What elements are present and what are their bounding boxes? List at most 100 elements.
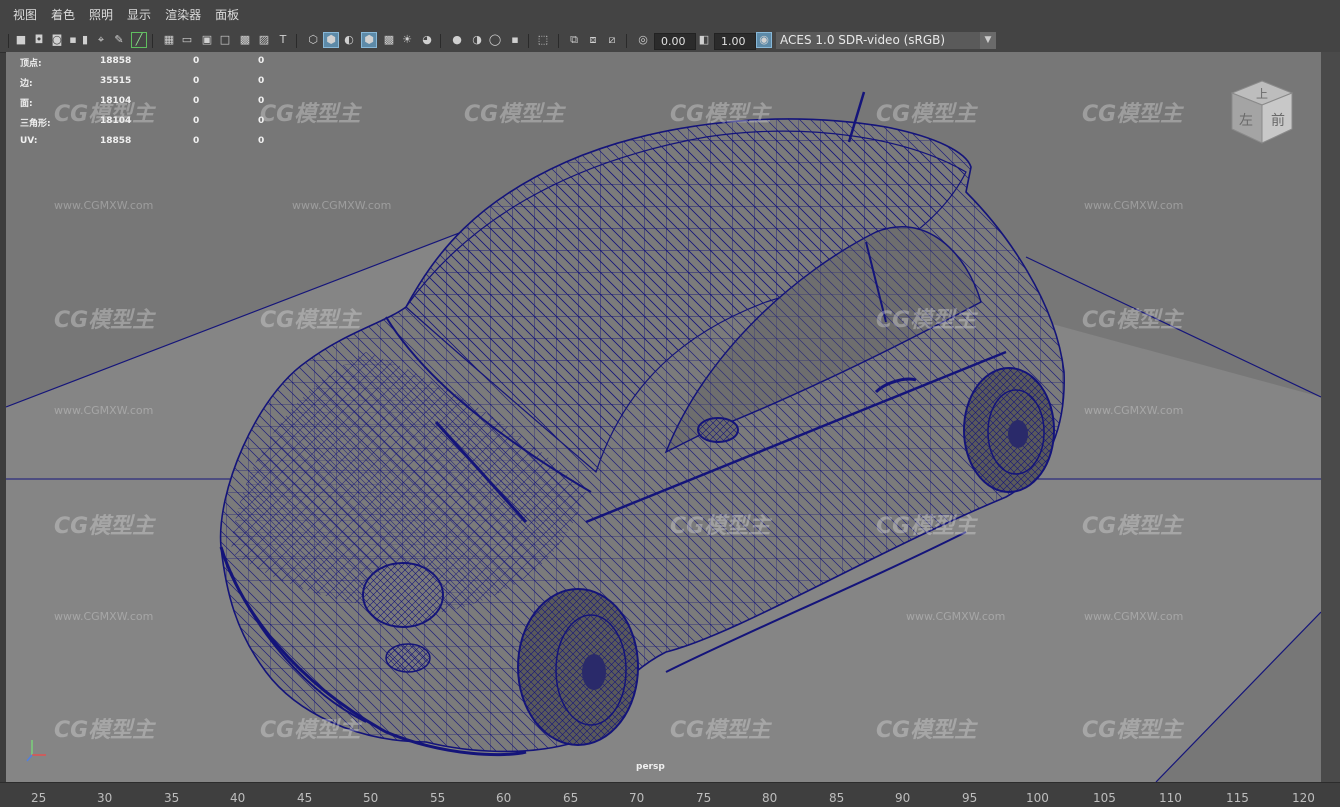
watermark-logo: CG模型主 xyxy=(876,718,977,743)
watermark-logo: CG模型主 xyxy=(54,308,155,333)
exposure-icon[interactable]: ◎ xyxy=(636,33,650,47)
select-camera-icon[interactable]: ■ xyxy=(14,33,28,47)
toolbar-separator xyxy=(152,34,153,48)
2d-pan-zoom-icon[interactable]: ⌖ xyxy=(94,33,108,47)
gate-mask-icon[interactable]: □ xyxy=(218,33,232,47)
grid-icon[interactable]: ▦ xyxy=(162,33,176,47)
viewcube-front-label[interactable]: 前 xyxy=(1271,112,1285,129)
hud-total: 35515 xyxy=(100,76,132,86)
viewcube-top-label[interactable]: 上 xyxy=(1256,87,1268,101)
gamma-field[interactable]: 1.00 xyxy=(714,33,756,50)
hud-label: 面: xyxy=(20,99,33,109)
watermark-url: www.CGMXW.com xyxy=(292,199,392,212)
hud-selected: 0 xyxy=(193,56,200,66)
gamma-icon[interactable]: ◧ xyxy=(697,33,711,47)
watermark-logo: CG模型主 xyxy=(260,308,361,333)
hud-total: 18858 xyxy=(100,136,132,146)
exposure-field[interactable]: 0.00 xyxy=(654,33,696,50)
menu-renderer[interactable]: 渲染器 xyxy=(158,0,208,30)
watermark-logo: CG模型主 xyxy=(260,102,361,127)
hud-selected: 0 xyxy=(193,96,200,106)
screen-space-ao-icon[interactable]: ● xyxy=(450,33,464,47)
safe-title-icon[interactable]: T xyxy=(276,33,290,47)
default-material-icon[interactable]: ◐ xyxy=(342,33,356,47)
timeline-tick-label: 90 xyxy=(895,791,911,805)
toolbar-separator xyxy=(440,34,441,48)
field-chart-icon[interactable]: ▩ xyxy=(238,33,252,47)
bookmark-icon[interactable]: ◙ xyxy=(50,33,64,47)
menu-show[interactable]: 显示 xyxy=(120,0,158,30)
use-all-lights-icon[interactable]: ☀ xyxy=(400,33,414,47)
camera-name-label: persp xyxy=(636,762,665,772)
timeline-tick-label: 25 xyxy=(31,791,47,805)
hud-third: 0 xyxy=(258,56,265,66)
panel-toolbar: ■ ◘ ◙ ▪ ▮ ⌖ ✎ ╱ ▦ ▭ ▣ □ ▩ ▨ T ⬡ ⬢ ◐ ⬢ ▩ … xyxy=(0,30,1340,53)
toolbar-separator xyxy=(296,34,297,48)
timeline-tick-label: 65 xyxy=(563,791,579,805)
xray-joints-icon[interactable]: ⧈ xyxy=(586,33,600,47)
textured-icon[interactable]: ▩ xyxy=(382,33,396,47)
multisample-aa-icon[interactable]: ◯ xyxy=(488,33,502,47)
watermark-logo: CG模型主 xyxy=(1082,102,1183,127)
timeline-tick-label: 50 xyxy=(363,791,379,805)
right-panel-strip xyxy=(1321,52,1340,782)
car-wireframe-scene xyxy=(6,91,1321,782)
timeline-tick-label: 100 xyxy=(1026,791,1049,805)
menu-lighting[interactable]: 照明 xyxy=(82,0,120,30)
hud-label: 三角形: xyxy=(20,119,51,129)
toolbar-separator xyxy=(626,34,627,48)
hud-label: 顶点: xyxy=(20,59,42,69)
wireframe-on-shaded-icon[interactable]: ⬢ xyxy=(361,32,377,48)
watermark-logo: CG模型主 xyxy=(876,514,977,539)
viewcube-left-label[interactable]: 左 xyxy=(1239,113,1253,129)
wireframe-icon[interactable]: ⬡ xyxy=(306,33,320,47)
view-transform-toggle-icon[interactable]: ◉ xyxy=(756,32,772,48)
watermark-logo: CG模型主 xyxy=(464,102,565,127)
timeline-tick-label: 30 xyxy=(97,791,113,805)
timeline-tick-label: 105 xyxy=(1093,791,1116,805)
watermark-logo: CG模型主 xyxy=(1082,718,1183,743)
watermark-url: www.CGMXW.com xyxy=(1084,404,1184,417)
grease-pencil-icon[interactable]: ✎ xyxy=(112,33,126,47)
draw-tool-icon[interactable]: ╱ xyxy=(131,32,147,48)
watermark-logo: CG模型主 xyxy=(54,514,155,539)
timeline-tick-label: 115 xyxy=(1226,791,1249,805)
watermark-logo: CG模型主 xyxy=(54,718,155,743)
shadows-icon[interactable]: ◕ xyxy=(420,33,434,47)
watermark-url: www.CGMXW.com xyxy=(1084,199,1184,212)
color-management-label: ACES 1.0 SDR-video (sRGB) xyxy=(780,33,946,47)
persp-viewport[interactable]: 顶点: 18858 0 0 边: 35515 0 0 面: 18104 0 0 … xyxy=(6,52,1321,782)
isolate-select-icon[interactable]: ⬚ xyxy=(536,33,550,47)
watermark-url: www.CGMXW.com xyxy=(906,610,1006,623)
resolution-gate-icon[interactable]: ▣ xyxy=(200,33,214,47)
film-gate-icon[interactable]: ▭ xyxy=(180,33,194,47)
watermark-logo: CG模型主 xyxy=(670,514,771,539)
menu-shading[interactable]: 着色 xyxy=(44,0,82,30)
color-management-dropdown[interactable]: ACES 1.0 SDR-video (sRGB) ▼ xyxy=(776,32,996,49)
watermark-logo: CG模型主 xyxy=(260,718,361,743)
watermark-logo: CG模型主 xyxy=(876,308,977,333)
menu-view[interactable]: 视图 xyxy=(6,0,44,30)
xray-icon[interactable]: ⧉ xyxy=(567,33,581,47)
camera-attributes-icon[interactable]: ◘ xyxy=(32,33,46,47)
smooth-shade-icon[interactable]: ⬢ xyxy=(323,32,339,48)
chevron-down-icon: ▼ xyxy=(980,32,996,49)
hud-third: 0 xyxy=(258,136,265,146)
toolbar-separator xyxy=(528,34,529,48)
view-cube[interactable]: 上 左 前 xyxy=(1226,77,1298,149)
camera-lock-icon[interactable]: ▮ xyxy=(78,33,92,47)
hud-label: 边: xyxy=(20,79,33,89)
depth-of-field-icon[interactable]: ▪ xyxy=(508,33,522,47)
timeline-tick-label: 95 xyxy=(962,791,978,805)
hud-selected: 0 xyxy=(193,116,200,126)
time-slider[interactable]: 25 30 35 40 45 50 55 60 65 70 75 80 85 9… xyxy=(0,782,1340,807)
menu-panels[interactable]: 面板 xyxy=(208,0,246,30)
safe-action-icon[interactable]: ▨ xyxy=(257,33,271,47)
timeline-tick-label: 110 xyxy=(1159,791,1182,805)
watermark-url: www.CGMXW.com xyxy=(1084,610,1184,623)
timeline-tick-label: 120 xyxy=(1292,791,1315,805)
xray-components-icon[interactable]: ⧄ xyxy=(605,33,619,47)
timeline-tick-label: 85 xyxy=(829,791,845,805)
motion-blur-icon[interactable]: ◑ xyxy=(470,33,484,47)
hud-selected: 0 xyxy=(193,136,200,146)
